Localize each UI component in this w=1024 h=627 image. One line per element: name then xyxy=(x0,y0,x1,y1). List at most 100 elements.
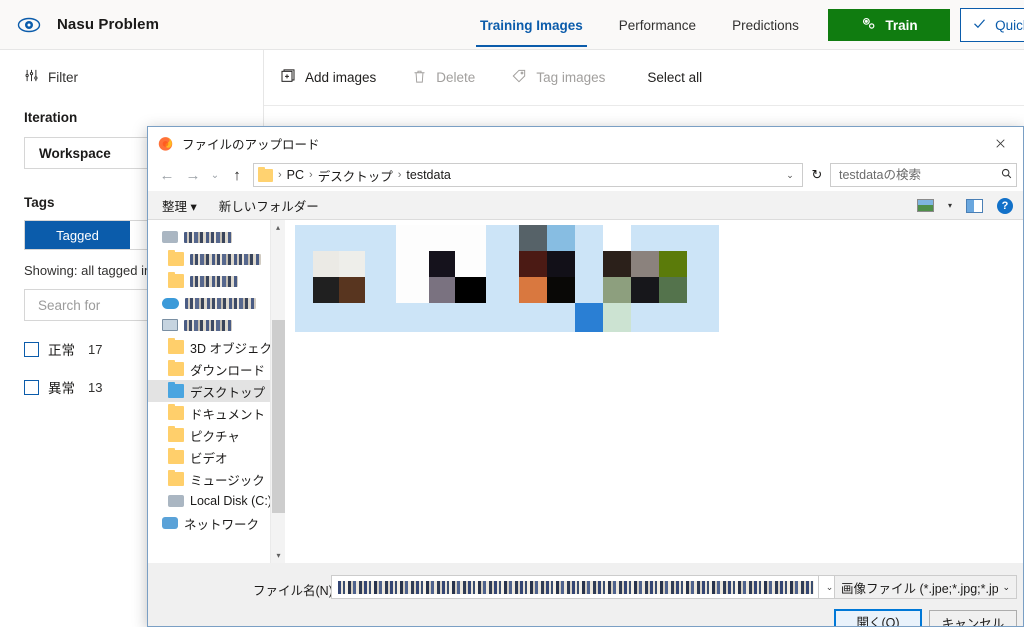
tree-item-label: ミュージック xyxy=(190,470,265,489)
cancel-button-label: キャンセル xyxy=(942,613,1005,627)
tree-item-label: ドキュメント xyxy=(190,404,265,423)
quick-test-button-label: Quick Test xyxy=(995,18,1024,33)
pc-icon xyxy=(162,319,178,331)
iteration-label: Iteration xyxy=(24,110,263,125)
open-button[interactable]: 開く(O) xyxy=(834,609,922,627)
scroll-up-icon[interactable]: ▴ xyxy=(271,220,285,235)
chevron-down-icon: ⌄ xyxy=(1002,582,1010,593)
tree-item-デスクトップ[interactable]: デスクトップ xyxy=(148,380,285,402)
delete-label: Delete xyxy=(436,70,475,85)
tag-images-label: Tag images xyxy=(536,70,605,85)
folder-icon xyxy=(258,169,273,182)
scrollbar-thumb[interactable] xyxy=(272,320,285,513)
arrow-right-icon[interactable]: → xyxy=(180,162,206,188)
folder-icon xyxy=(168,274,184,288)
thumbnail-pixel-block xyxy=(313,251,339,277)
tag-checkbox[interactable] xyxy=(24,342,39,357)
tag-images-button[interactable]: Tag images xyxy=(511,68,605,87)
tree-item-label-redacted xyxy=(190,276,238,287)
thumbnail-pixel-block xyxy=(313,277,339,303)
tag-name: 正常 xyxy=(48,339,75,359)
tree-item-redacted-4[interactable] xyxy=(148,314,285,336)
chevron-down-icon[interactable]: ⌄ xyxy=(206,162,224,188)
tree-item-redacted-1[interactable] xyxy=(148,248,285,270)
thumbnail-pixel-block xyxy=(455,277,486,303)
tree-item-label: デスクトップ xyxy=(190,382,265,401)
tree-item-ドキュメント[interactable]: ドキュメント xyxy=(148,402,285,424)
disk-icon xyxy=(162,231,178,243)
chevron-down-icon[interactable]: ⌄ xyxy=(782,170,798,181)
tag-checkbox[interactable] xyxy=(24,380,39,395)
tree-item-ダウンロード[interactable]: ダウンロード xyxy=(148,358,285,380)
file-thumbnail-mosaic[interactable] xyxy=(295,225,719,332)
tab-predictions[interactable]: Predictions xyxy=(714,0,817,50)
tab-performance[interactable]: Performance xyxy=(601,0,714,50)
tree-item-label: ダウンロード xyxy=(190,360,265,379)
tree-item-3D オブジェクト[interactable]: 3D オブジェクト xyxy=(148,336,285,358)
navigation-tree: 3D オブジェクトダウンロードデスクトップドキュメントピクチャビデオミュージック… xyxy=(148,220,285,563)
refresh-icon[interactable]: ↻ xyxy=(806,163,828,187)
filetype-dropdown[interactable]: 画像ファイル (*.jpe;*.jpg;*.jpeg;*.g ⌄ xyxy=(834,575,1017,599)
arrow-up-icon[interactable]: ↑ xyxy=(224,162,250,188)
arrow-left-icon[interactable]: ← xyxy=(154,162,180,188)
thumbnail-pixel-block xyxy=(339,251,365,277)
tree-item-redacted-3[interactable] xyxy=(148,292,285,314)
tree-item-ミュージック[interactable]: ミュージック xyxy=(148,468,285,490)
chevron-down-icon[interactable]: ▾ xyxy=(948,201,952,210)
app-header: Nasu Problem Training Images Performance… xyxy=(0,0,1024,50)
network-icon xyxy=(162,517,178,529)
quick-test-button[interactable]: Quick Test xyxy=(960,8,1024,42)
select-all-button[interactable]: Select all xyxy=(647,70,702,85)
help-icon[interactable]: ? xyxy=(997,198,1013,214)
breadcrumb-separator: › xyxy=(277,169,283,181)
thumbnail-pixel-block xyxy=(429,251,455,277)
dialog-title: ファイルのアップロード xyxy=(182,134,320,153)
file-upload-dialog: ファイルのアップロード ← → ⌄ ↑ › PC › デスクトップ › test… xyxy=(147,126,1024,627)
new-folder-button[interactable]: 新しいフォルダー xyxy=(219,196,319,215)
breadcrumb[interactable]: › PC › デスクトップ › testdata ⌄ xyxy=(253,163,803,187)
cancel-button[interactable]: キャンセル xyxy=(929,610,1017,627)
add-images-button[interactable]: Add images xyxy=(280,68,376,87)
filter-button[interactable]: Filter xyxy=(24,68,263,86)
filename-input[interactable] xyxy=(331,575,819,599)
dialog-command-bar: 整理 ▾ 新しいフォルダー ▾ ? xyxy=(148,191,1023,220)
tree-scrollbar[interactable]: ▴ ▾ xyxy=(270,220,285,563)
page-title: Nasu Problem xyxy=(57,16,159,33)
thumbnail-pixel-block xyxy=(339,277,365,303)
file-list-pane[interactable] xyxy=(285,220,1023,563)
disk-icon xyxy=(168,495,184,507)
preview-pane-icon[interactable] xyxy=(966,199,983,213)
filetype-value: 画像ファイル (*.jpe;*.jpg;*.jpeg;*.g xyxy=(841,578,998,597)
thumbnail-pixel-block xyxy=(603,303,631,332)
firefox-icon xyxy=(157,135,174,152)
dialog-search-box[interactable] xyxy=(830,163,1017,187)
close-icon[interactable] xyxy=(977,127,1023,159)
tree-item-redacted-0[interactable] xyxy=(148,226,285,248)
search-icon[interactable] xyxy=(1000,167,1013,183)
train-button[interactable]: Train xyxy=(828,9,950,41)
main-nav-tabs: Training Images Performance Predictions xyxy=(462,0,817,50)
delete-button[interactable]: Delete xyxy=(412,69,475,87)
thumbnail-pixel-block xyxy=(575,303,603,332)
tab-training-images[interactable]: Training Images xyxy=(462,0,601,50)
breadcrumb-part-desktop[interactable]: デスクトップ xyxy=(318,166,393,185)
tag-toggle-tagged[interactable]: Tagged xyxy=(25,221,130,249)
tree-item-Local Disk (C:)[interactable]: Local Disk (C:) xyxy=(148,490,285,512)
breadcrumb-part-testdata[interactable]: testdata xyxy=(406,168,450,182)
tree-item-ビデオ[interactable]: ビデオ xyxy=(148,446,285,468)
breadcrumb-part-pc[interactable]: PC xyxy=(287,168,304,182)
gears-icon xyxy=(860,15,877,35)
tree-item-ネットワーク[interactable]: ネットワーク xyxy=(148,512,285,534)
dialog-titlebar[interactable]: ファイルのアップロード xyxy=(148,127,1023,159)
tag-count: 13 xyxy=(88,380,102,395)
tree-item-redacted-2[interactable] xyxy=(148,270,285,292)
dialog-search-input[interactable] xyxy=(839,168,1000,182)
organize-menu[interactable]: 整理 ▾ xyxy=(162,196,197,215)
tree-item-label: Local Disk (C:) xyxy=(190,494,272,508)
folder-blue-icon xyxy=(168,384,184,398)
folder-icon xyxy=(168,340,184,354)
view-layout-icon[interactable] xyxy=(917,199,934,212)
cloud-icon xyxy=(162,298,179,309)
tree-item-ピクチャ[interactable]: ピクチャ xyxy=(148,424,285,446)
scroll-down-icon[interactable]: ▾ xyxy=(271,548,285,563)
